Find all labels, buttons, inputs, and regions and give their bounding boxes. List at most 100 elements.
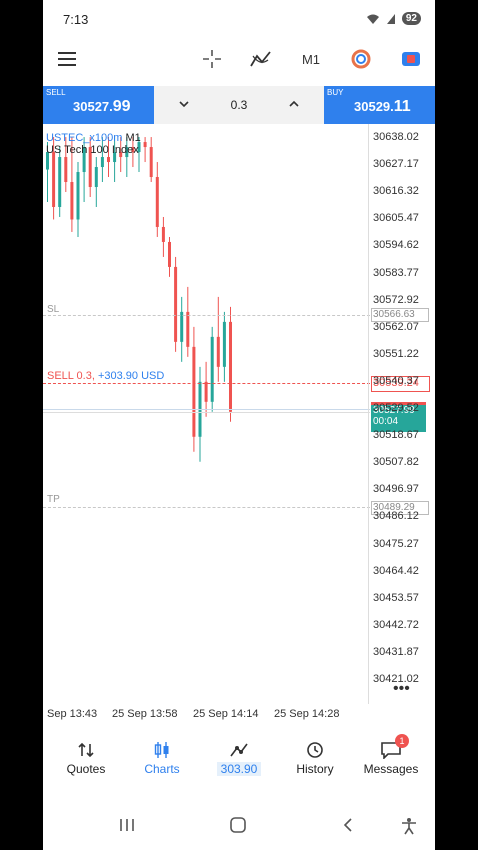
symbol-timeframe: M1 xyxy=(125,132,141,144)
nav-quotes-label: Quotes xyxy=(66,762,106,776)
objects-icon xyxy=(351,49,371,69)
nav-quotes[interactable]: Quotes xyxy=(48,738,124,776)
position-label: SELL 0.3, xyxy=(47,370,95,382)
candle-body xyxy=(180,311,184,342)
position-profit: +303.90 USD xyxy=(97,370,165,382)
wifi-icon xyxy=(366,14,379,24)
nav-messages-label: Messages xyxy=(363,762,419,776)
accessibility-button[interactable] xyxy=(401,817,417,840)
nav-messages[interactable]: 1 Messages xyxy=(353,734,429,776)
candle-body xyxy=(143,142,147,148)
sell-price-main: 30527. xyxy=(73,99,113,114)
price-tick-label: 30421.02 xyxy=(373,673,419,685)
nav-trade-profit: 303.90 xyxy=(216,762,262,776)
price-tick-label: 30594.62 xyxy=(373,239,419,252)
sl-label: SL xyxy=(47,304,60,315)
charts-icon xyxy=(154,742,169,758)
nav-charts-label: Charts xyxy=(144,762,180,776)
price-tick-label: 30627.17 xyxy=(373,158,419,171)
trade-icon xyxy=(230,743,248,757)
candle-body xyxy=(216,336,220,367)
candle-body xyxy=(149,147,153,178)
candle-body xyxy=(204,381,208,402)
hamburger-menu-icon xyxy=(58,52,76,66)
nav-charts[interactable]: Charts xyxy=(124,738,200,776)
price-tick-label: 30583.77 xyxy=(373,266,419,279)
crosshair-icon xyxy=(203,50,221,68)
crosshair-button[interactable] xyxy=(197,40,227,78)
candle-body xyxy=(76,172,80,220)
take-profit-line[interactable] xyxy=(43,507,370,508)
candle-body xyxy=(168,241,171,267)
price-tick-label: 30529.52 xyxy=(373,402,419,414)
ask-line xyxy=(43,412,370,413)
indicators-icon xyxy=(250,51,271,67)
price-tick-label: 30605.47 xyxy=(373,212,419,225)
price-tick-label: 30540.37 xyxy=(373,374,419,387)
candle-body xyxy=(70,182,74,220)
price-chart[interactable]: USTEC_x100m M1 US Tech 100 Index SL SELL… xyxy=(43,124,435,704)
nav-history[interactable]: History xyxy=(277,738,353,776)
one-click-trading-panel: SELL 30527.99 0.3 BUY 30529.11 xyxy=(43,86,435,124)
back-icon xyxy=(343,818,352,832)
signal-icon xyxy=(386,13,395,24)
nav-history-label: History xyxy=(296,762,334,776)
new-order-button[interactable] xyxy=(396,40,426,78)
chart-symbol-info: USTEC_x100m M1 US Tech 100 Index xyxy=(46,132,141,156)
symbol-description: US Tech 100 Index xyxy=(46,144,139,156)
candle-body xyxy=(174,266,178,342)
price-tick-label: 30475.27 xyxy=(373,537,419,550)
price-tick-label: 30616.32 xyxy=(373,185,419,198)
back-button[interactable] xyxy=(343,818,353,837)
candle-body xyxy=(100,157,104,168)
recent-apps-button[interactable] xyxy=(119,818,135,837)
candle-body xyxy=(58,157,62,207)
indicators-button[interactable] xyxy=(246,40,276,78)
bottom-navigation: Quotes Charts 303.90 History 1 Messages xyxy=(43,734,435,784)
price-tick-label: 30431.87 xyxy=(373,645,419,658)
price-tick-label: 30518.67 xyxy=(373,429,419,442)
nav-trade[interactable]: 303.90 xyxy=(201,738,277,776)
sell-button[interactable]: SELL 30527.99 xyxy=(43,86,154,124)
stop-loss-line[interactable] xyxy=(43,315,370,316)
messages-badge: 1 xyxy=(395,734,409,748)
menu-button[interactable] xyxy=(49,40,85,78)
chart-toolbar: M1 xyxy=(43,40,435,78)
price-tick-label: 30572.92 xyxy=(373,293,419,306)
candle-body xyxy=(64,157,68,183)
price-tick-label: 30442.72 xyxy=(373,618,419,631)
home-button[interactable] xyxy=(230,817,246,838)
chevron-up-icon xyxy=(289,100,299,107)
bar-countdown: 00:04 xyxy=(373,416,399,427)
status-time: 7:13 xyxy=(63,12,89,27)
accessibility-icon xyxy=(402,818,416,835)
buy-label: BUY xyxy=(327,88,344,97)
price-tick-label: 30507.82 xyxy=(373,456,419,469)
system-navigation-bar xyxy=(43,812,435,842)
price-tick-label: 30486.12 xyxy=(373,510,419,523)
buy-button[interactable]: BUY 30529.11 xyxy=(324,86,435,124)
position-info: SELL 0.3, +303.90 USD xyxy=(47,370,164,382)
volume-control: 0.3 xyxy=(154,86,324,124)
new-order-icon xyxy=(402,52,420,66)
price-tick-label: 30551.22 xyxy=(373,347,419,360)
price-tick-label: 30562.07 xyxy=(373,320,419,333)
candle-body xyxy=(52,152,56,207)
quotes-icon xyxy=(78,742,94,758)
recent-apps-icon xyxy=(120,819,134,831)
sell-price: 30527.99 xyxy=(73,98,131,116)
phone-screen: 7:13 92 M1 SELL 30527.99 0.3 BUY 30529.1… xyxy=(43,0,435,850)
time-label: 25 Sep 14:28 xyxy=(274,708,340,720)
price-tick-label: 30638.02 xyxy=(373,131,419,143)
timeframe-button[interactable]: M1 xyxy=(295,40,327,78)
time-label: 25 Sep 14:14 xyxy=(193,708,259,720)
candle-body xyxy=(161,226,165,242)
status-icons: 92 xyxy=(366,12,421,25)
buy-price: 30529.11 xyxy=(354,98,411,116)
home-icon xyxy=(230,817,246,833)
position-line[interactable] xyxy=(43,383,370,384)
time-label: 25 Sep 13:58 xyxy=(112,708,178,720)
candle-body xyxy=(229,321,232,412)
objects-button[interactable] xyxy=(346,40,376,78)
volume-increase-button[interactable] xyxy=(288,97,300,115)
